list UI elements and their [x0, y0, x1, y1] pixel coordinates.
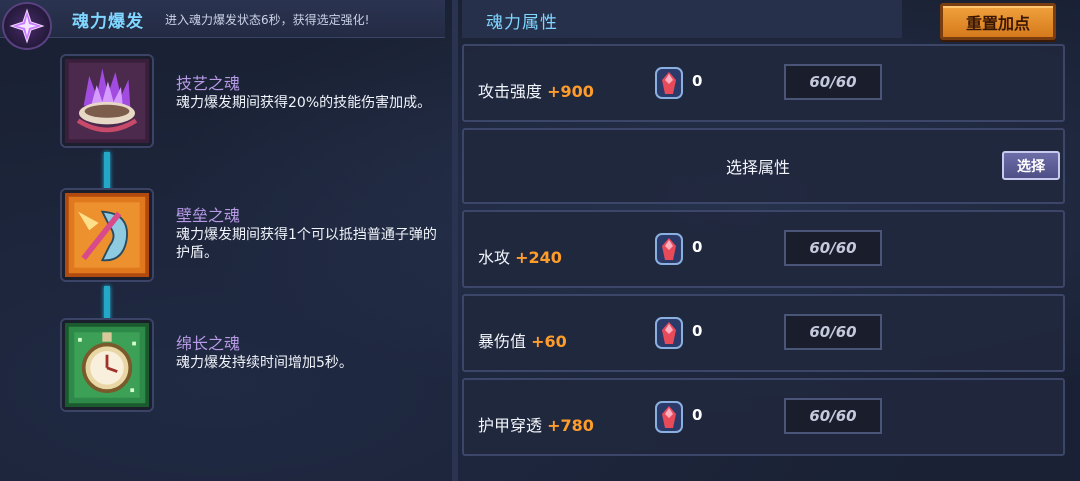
shield-axe-icon[interactable] — [62, 190, 152, 280]
connector-line — [104, 152, 110, 192]
level-indicator: 60/60 — [784, 64, 882, 100]
select-attribute-row: 选择属性 选择 — [462, 128, 1065, 204]
attribute-label: 攻击强度 +900 — [478, 78, 594, 102]
gem-count: 0 — [692, 406, 703, 424]
select-attribute-label: 选择属性 — [726, 158, 791, 177]
level-indicator: 60/60 — [784, 314, 882, 350]
soul-list: 技艺之魂 魂力爆发期间获得20%的技能伤害加成。 壁垒之魂 魂力爆发期间获得1个… — [0, 38, 445, 481]
attribute-name: 水攻 — [478, 248, 511, 267]
attribute-bonus: +240 — [515, 248, 562, 267]
attribute-label: 暴伤值 +60 — [478, 328, 567, 352]
soul-description: 魂力爆发持续时间增加5秒。 — [176, 355, 353, 371]
soul-gem-icon — [654, 400, 684, 434]
soul-description: 魂力爆发期间获得20%的技能伤害加成。 — [176, 95, 432, 111]
soul-name: 技艺之魂 — [176, 74, 241, 93]
attribute-name: 护甲穿透 — [478, 416, 543, 435]
gem-count: 0 — [692, 72, 703, 90]
attribute-row: 护甲穿透 +780 0 60/60 — [462, 378, 1065, 456]
burst-title: 魂力爆发 — [72, 12, 144, 32]
attribute-row: 攻击强度 +900 0 60/60 — [462, 44, 1065, 122]
attribute-label: 护甲穿透 +780 — [478, 412, 594, 436]
soul-gem-icon — [654, 66, 684, 100]
attribute-name: 暴伤值 — [478, 332, 527, 351]
attribute-bonus: +900 — [547, 82, 594, 101]
attribute-label: 水攻 +240 — [478, 244, 562, 268]
pocket-watch-icon[interactable] — [62, 320, 152, 410]
attribute-name: 攻击强度 — [478, 82, 543, 101]
soul-burst-icon — [2, 2, 52, 50]
attribute-bonus: +60 — [531, 332, 567, 351]
level-indicator: 60/60 — [784, 398, 882, 434]
gem-count: 0 — [692, 322, 703, 340]
select-button[interactable]: 选择 — [1002, 151, 1060, 180]
soul-gem-icon — [654, 316, 684, 350]
burst-description: 进入魂力爆发状态6秒，获得选定强化! — [165, 13, 370, 27]
soul-name: 壁垒之魂 — [176, 206, 241, 225]
divider — [452, 0, 458, 481]
soul-description: 魂力爆发期间获得1个可以抵挡普通子弹的护盾。 — [176, 227, 437, 261]
purple-flame-bowl-icon[interactable] — [62, 56, 152, 146]
level-indicator: 60/60 — [784, 230, 882, 266]
reset-points-button[interactable]: 重置加点 — [940, 3, 1056, 40]
soul-gem-icon — [654, 232, 684, 266]
connector-line — [104, 286, 110, 320]
soul-name: 绵长之魂 — [176, 334, 241, 353]
attribute-row: 水攻 +240 0 60/60 — [462, 210, 1065, 288]
attribute-bonus: +780 — [547, 416, 594, 435]
attribute-row: 暴伤值 +60 0 60/60 — [462, 294, 1065, 372]
attribute-panel-title: 魂力属性 — [486, 13, 558, 33]
gem-count: 0 — [692, 238, 703, 256]
